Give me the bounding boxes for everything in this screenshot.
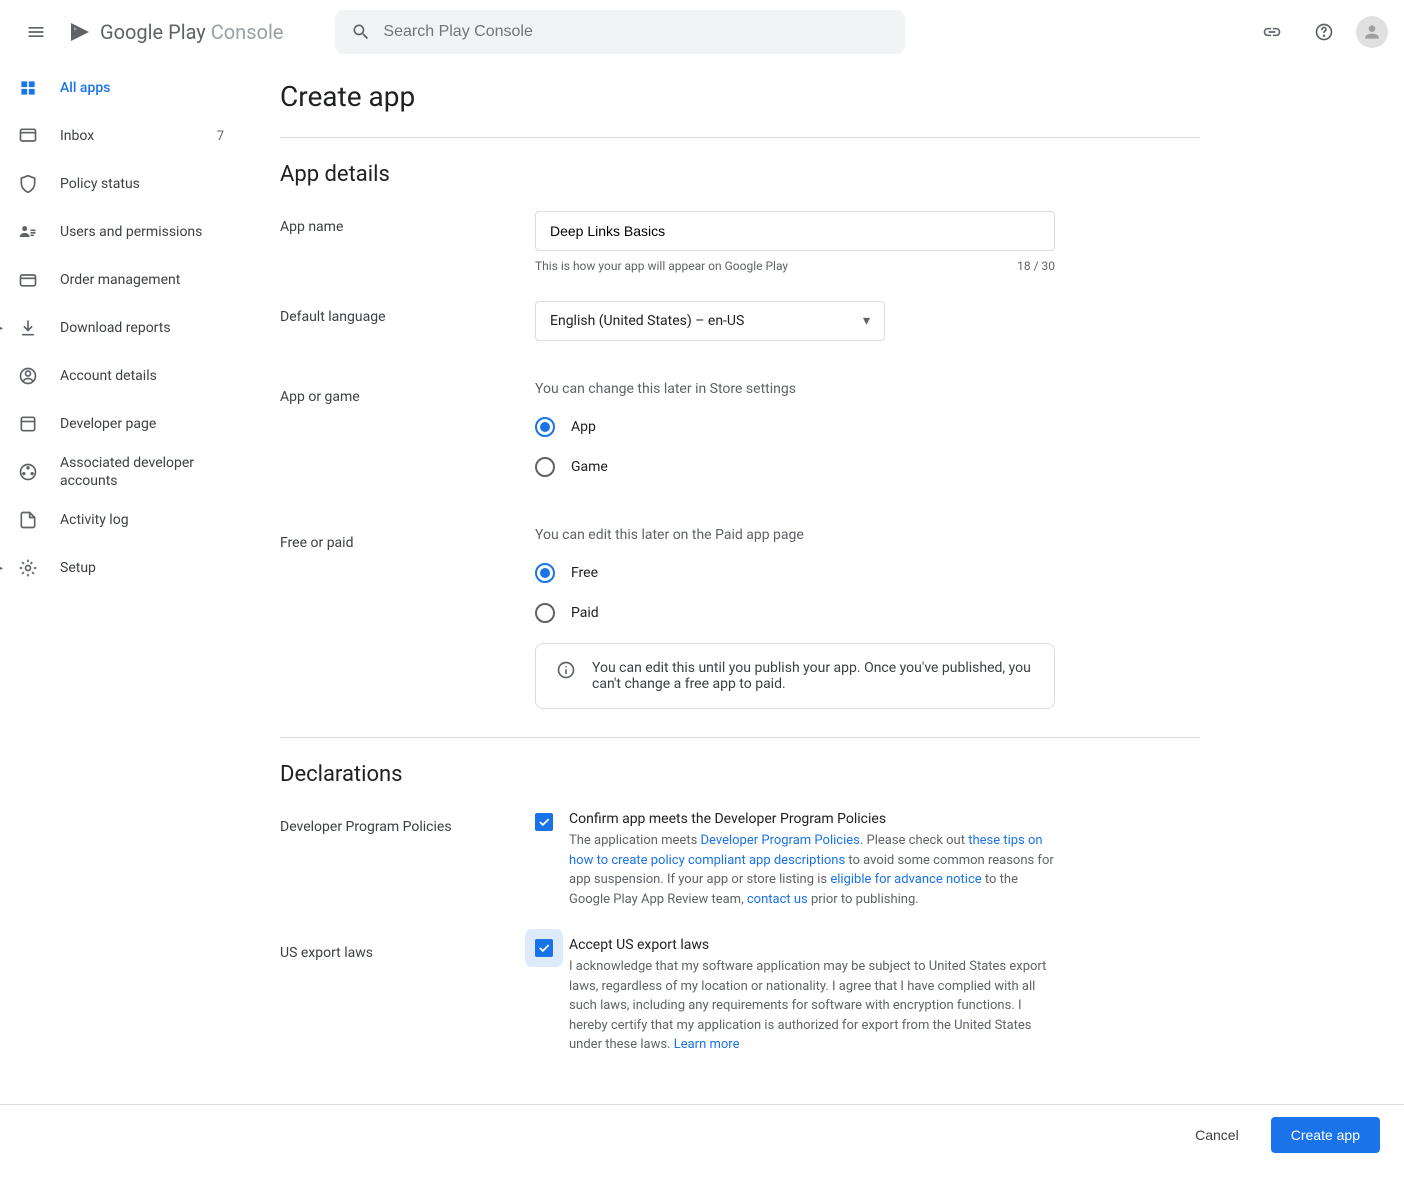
users-icon (16, 222, 40, 242)
dropdown-icon: ▾ (863, 313, 870, 329)
gear-icon (16, 558, 40, 578)
info-box-text: You can edit this until you publish your… (592, 660, 1034, 692)
sidebar-item-label: Inbox (60, 127, 197, 145)
sidebar-item-activity[interactable]: Activity log (0, 496, 240, 544)
link-contact-us[interactable]: contact us (747, 892, 808, 907)
sidebar-item-download[interactable]: ▸ Download reports (0, 304, 240, 352)
sidebar-item-associated[interactable]: Associated developer accounts (0, 448, 240, 496)
section-app-details: App details (280, 162, 1200, 187)
sidebar-item-label: Setup (60, 559, 224, 577)
link-icon (1262, 22, 1282, 42)
search-box[interactable] (335, 10, 905, 54)
app-name-input[interactable] (535, 211, 1055, 251)
section-declarations: Declarations (280, 762, 1200, 787)
export-desc: I acknowledge that my software applicati… (569, 957, 1055, 1055)
policies-checkbox[interactable] (535, 813, 553, 831)
play-logo-icon (68, 20, 92, 44)
card-icon (16, 270, 40, 290)
link-button[interactable] (1252, 12, 1292, 52)
radio-icon (535, 603, 555, 623)
person-icon (1362, 22, 1382, 42)
radio-label: App (571, 419, 596, 435)
download-icon (16, 318, 40, 338)
check-icon (537, 941, 551, 955)
policies-desc: The application meets Developer Program … (569, 831, 1055, 909)
document-icon (16, 510, 40, 530)
radio-paid[interactable]: Paid (535, 603, 1055, 623)
sidebar-item-label: Order management (60, 271, 224, 289)
policies-label: Developer Program Policies (280, 811, 535, 909)
sidebar-item-all-apps[interactable]: All apps (0, 64, 240, 112)
sidebar-item-count: 7 (217, 129, 224, 144)
help-button[interactable] (1304, 12, 1344, 52)
chevron-right-icon: ▸ (0, 320, 3, 336)
radio-icon (535, 563, 555, 583)
page-title: Create app (280, 80, 1200, 138)
link-advance-notice[interactable]: eligible for advance notice (830, 872, 981, 887)
account-avatar[interactable] (1356, 16, 1388, 48)
radio-free[interactable]: Free (535, 563, 1055, 583)
app-name-helper: This is how your app will appear on Goog… (535, 259, 788, 273)
inbox-icon (16, 126, 40, 146)
link-program-policies[interactable]: Developer Program Policies (701, 833, 860, 848)
sidebar-item-policy[interactable]: Policy status (0, 160, 240, 208)
export-checkbox[interactable] (535, 939, 553, 957)
shield-icon (16, 174, 40, 194)
logo-text: Google Play Console (100, 20, 283, 44)
export-title: Accept US export laws (569, 937, 1055, 953)
sidebar-item-users[interactable]: Users and permissions (0, 208, 240, 256)
sidebar-item-label: Account details (60, 367, 224, 385)
menu-button[interactable] (16, 12, 56, 52)
search-input[interactable] (383, 23, 889, 41)
free-or-paid-info: You can edit this later on the Paid app … (535, 527, 1055, 543)
sidebar-item-label: Download reports (60, 319, 224, 337)
link-learn-more[interactable]: Learn more (674, 1037, 740, 1052)
cancel-button[interactable]: Cancel (1175, 1117, 1259, 1153)
app-name-label: App name (280, 211, 535, 273)
help-icon (1314, 22, 1334, 42)
app-or-game-info: You can change this later in Store setti… (535, 381, 1055, 397)
info-box: You can edit this until you publish your… (535, 643, 1055, 709)
check-icon (537, 815, 551, 829)
select-value: English (United States) – en-US (550, 313, 744, 329)
radio-icon (535, 457, 555, 477)
export-label: US export laws (280, 937, 535, 1055)
policies-title: Confirm app meets the Developer Program … (569, 811, 1055, 827)
sidebar-item-label: Developer page (60, 415, 224, 433)
radio-app[interactable]: App (535, 417, 1055, 437)
divider (280, 737, 1200, 738)
create-app-button[interactable]: Create app (1271, 1117, 1380, 1153)
free-or-paid-label: Free or paid (280, 527, 535, 709)
chevron-right-icon: ▸ (0, 560, 3, 576)
group-icon (16, 462, 40, 482)
sidebar-item-label: Policy status (60, 175, 224, 193)
radio-label: Game (571, 459, 608, 475)
sidebar-item-account[interactable]: Account details (0, 352, 240, 400)
sidebar-item-setup[interactable]: ▸ Setup (0, 544, 240, 592)
default-language-select[interactable]: English (United States) – en-US ▾ (535, 301, 885, 341)
account-icon (16, 366, 40, 386)
sidebar-item-label: All apps (60, 79, 224, 97)
hamburger-icon (26, 22, 46, 42)
apps-icon (16, 78, 40, 98)
app-name-counter: 18 / 30 (1017, 259, 1055, 273)
sidebar-item-developer[interactable]: Developer page (0, 400, 240, 448)
default-language-label: Default language (280, 301, 535, 341)
app-or-game-label: App or game (280, 381, 535, 497)
logo[interactable]: Google Play Console (68, 20, 283, 44)
search-icon (351, 22, 371, 42)
radio-label: Paid (571, 605, 599, 621)
sidebar-item-inbox[interactable]: Inbox 7 (0, 112, 240, 160)
footer: Cancel Create app (0, 1104, 1404, 1164)
radio-label: Free (571, 565, 598, 581)
radio-game[interactable]: Game (535, 457, 1055, 477)
page-icon (16, 414, 40, 434)
radio-icon (535, 417, 555, 437)
sidebar-item-label: Associated developer accounts (60, 454, 224, 490)
sidebar-item-label: Activity log (60, 511, 224, 529)
sidebar-item-order[interactable]: Order management (0, 256, 240, 304)
sidebar: All apps Inbox 7 Policy status Users and… (0, 64, 240, 1203)
info-icon (556, 660, 576, 692)
sidebar-item-label: Users and permissions (60, 223, 224, 241)
